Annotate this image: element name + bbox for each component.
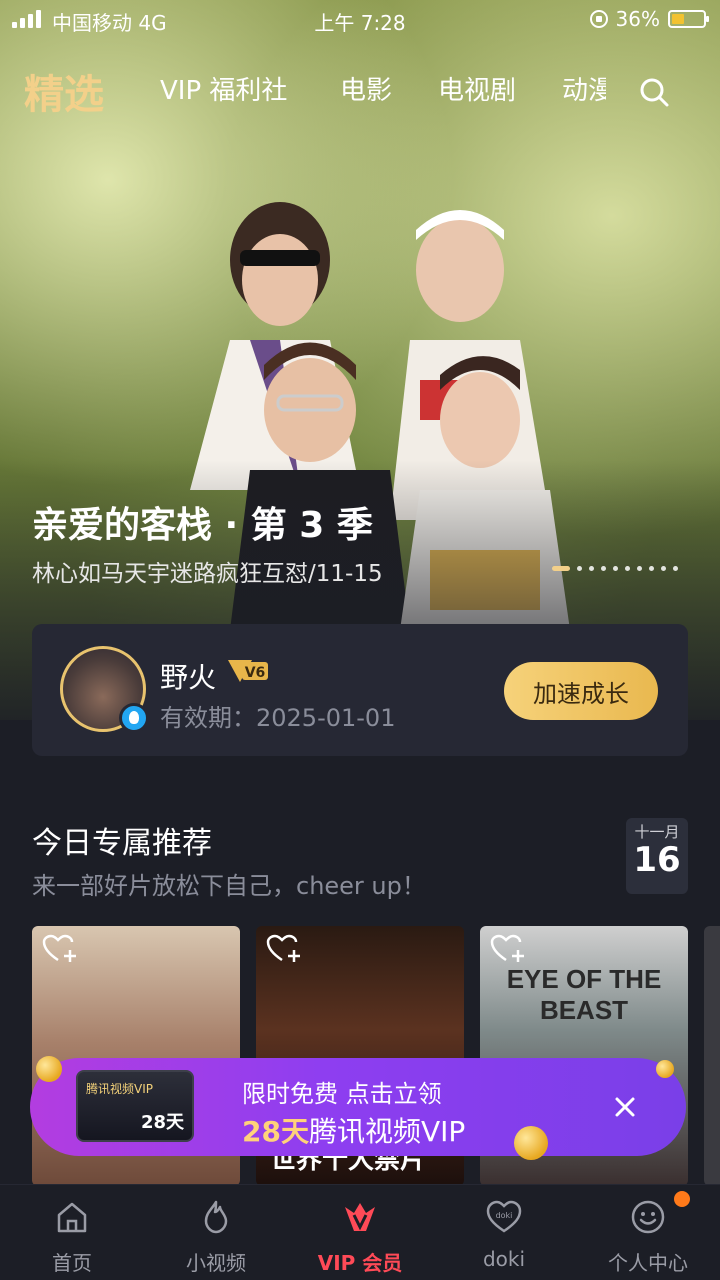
vip-level-badge: V6 — [228, 660, 268, 682]
status-bar: 中国移动 4G 上午 7:28 36% — [0, 0, 720, 40]
tab-movies[interactable]: 电影 — [340, 70, 392, 107]
tab-anime[interactable]: 动漫 — [562, 70, 606, 107]
vip-card-graphic: 腾讯视频VIP 28天 — [76, 1070, 194, 1142]
smile-icon — [631, 1200, 665, 1234]
validity-date: 有效期：2025-01-01 — [160, 704, 396, 732]
top-category-nav: 精选 VIP 福利社 电影 电视剧 动漫 — [0, 60, 720, 120]
favorite-add-icon[interactable] — [490, 934, 526, 964]
nav-label: VIP 会员 — [317, 1251, 403, 1275]
promo-line-1: 限时免费 点击立领 — [242, 1080, 442, 1108]
nav-vip[interactable]: VIP 会员 — [288, 1185, 432, 1280]
hero-title[interactable]: 亲爱的客栈 · 第 3 季 — [32, 496, 373, 548]
avatar[interactable] — [60, 646, 149, 733]
vip-user-card: 野火 V6 有效期：2025-01-01 加速成长 — [32, 624, 688, 756]
svg-text:doki: doki — [496, 1211, 513, 1220]
calendar-day: 16 — [633, 840, 681, 880]
coin-icon — [656, 1060, 674, 1078]
coin-icon — [514, 1126, 548, 1160]
search-icon[interactable] — [638, 76, 670, 108]
bottom-tab-bar: 首页 小视频 VIP 会员 doki doki 个人中心 — [0, 1184, 720, 1280]
close-icon[interactable] — [610, 1092, 640, 1122]
username: 野火 — [160, 661, 217, 694]
calendar-month: 十一月 — [634, 823, 680, 841]
carousel-indicator — [552, 566, 678, 571]
orientation-lock-icon — [589, 10, 608, 28]
vip-card-brand: 腾讯视频VIP — [86, 1082, 153, 1096]
qq-icon — [119, 703, 149, 733]
svg-text:V6: V6 — [245, 665, 266, 681]
battery-icon — [668, 10, 709, 28]
tab-tv-series[interactable]: 电视剧 — [438, 70, 516, 107]
nav-label: 个人中心 — [608, 1251, 688, 1275]
nav-home[interactable]: 首页 — [0, 1185, 144, 1280]
doki-heart-icon: doki — [486, 1200, 522, 1233]
poster-card[interactable] — [704, 926, 720, 1186]
calendar-badge: 十一月 16 — [626, 818, 688, 894]
boost-growth-button[interactable]: 加速成长 — [504, 662, 658, 720]
home-icon — [57, 1202, 87, 1233]
nav-label: 首页 — [52, 1251, 92, 1275]
nav-short-video[interactable]: 小视频 — [144, 1185, 288, 1280]
nav-doki[interactable]: doki doki — [432, 1185, 576, 1280]
tab-featured[interactable]: 精选 — [24, 62, 104, 120]
nav-profile[interactable]: 个人中心 — [576, 1185, 720, 1280]
hero-subtitle[interactable]: 林心如马天宇迷路疯狂互怼/11-15 — [32, 554, 383, 588]
section-title: 今日专属推荐 — [32, 826, 212, 861]
section-subtitle: 来一部好片放松下自己，cheer up！ — [32, 872, 426, 900]
vip-crown-icon — [345, 1203, 375, 1231]
battery-percent: 36% — [615, 7, 660, 31]
flame-icon — [204, 1200, 228, 1234]
coin-icon — [36, 1056, 62, 1082]
notification-dot — [674, 1191, 690, 1207]
favorite-add-icon[interactable] — [266, 934, 302, 964]
nav-label: doki — [482, 1247, 526, 1271]
poster-title: EYE OF THE BEAST — [506, 964, 662, 1025]
favorite-add-icon[interactable] — [42, 934, 78, 964]
promo-line-2: 28天腾讯视频VIP — [242, 1115, 466, 1148]
nav-label: 小视频 — [186, 1251, 246, 1275]
vip-card-days: 28天 — [140, 1112, 184, 1133]
tab-vip-welfare[interactable]: VIP 福利社 — [160, 70, 287, 107]
vip-promo-banner[interactable]: 腾讯视频VIP 28天 限时免费 点击立领 28天腾讯视频VIP — [30, 1056, 686, 1160]
